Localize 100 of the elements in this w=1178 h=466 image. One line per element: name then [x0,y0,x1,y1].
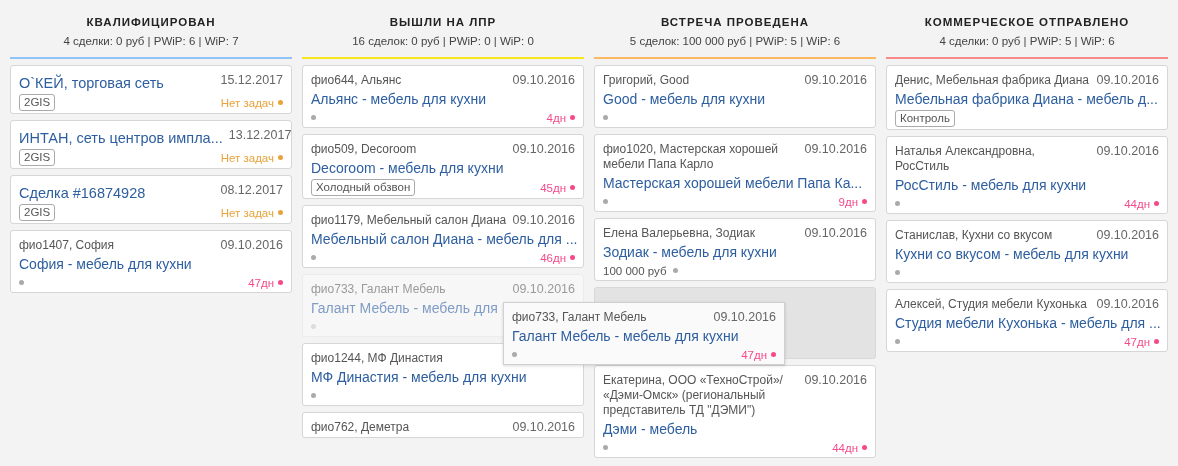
deal-title[interactable]: Good - мебель для кухни [603,90,766,109]
dot-icon [570,255,575,260]
dot-icon [895,201,900,206]
deal-title[interactable]: Дэми - мебель [603,420,698,439]
contact-name: Станислав, Кухни со вкусом [895,228,1053,243]
dot-icon [19,280,24,285]
deal-title[interactable]: Кухни со вкусом - мебель для кухни [895,245,1129,264]
deal-card[interactable]: Наталья Александровна, РосСтиль 09.10.2016 РосСтиль - мебель для кухни 44дн [886,136,1168,214]
tag-label: 2GIS [19,149,56,166]
deal-card[interactable]: фио762, Деметра 09.10.2016 [302,412,584,438]
deal-date: 09.10.2016 [512,142,575,157]
deal-card[interactable]: фио1179, Мебельный салон Диана 09.10.2016 Мебельный салон Диана - мебель для ... 46дн [302,205,584,268]
deal-date: 09.10.2016 [220,238,283,253]
deal-card[interactable]: фио1407, София 09.10.2016 София - мебель для кухни 47дн [10,230,292,293]
dot-icon [278,100,283,105]
contact-name: фио762, Деметра [311,420,410,435]
deal-card[interactable]: Екатерина, ООО «ТехноСтрой»/ «Дэми-Омск» (региональный представитель ТД "ДЭМИ") 09.10.2016 Дэми - мебель 44дн [594,365,876,458]
deal-date: 09.10.2016 [713,310,776,325]
deal-date: 09.10.2016 [1096,144,1159,159]
deal-date: 09.10.2016 [804,73,867,88]
deal-date: 09.10.2016 [512,73,575,88]
deal-card[interactable]: ИНТАН, сеть центров импла... 13.12.2017 2GIS Нет задач [10,120,292,169]
deal-card[interactable]: Станислав, Кухни со вкусом 09.10.2016 Кухни со вкусом - мебель для кухни [886,220,1168,283]
deal-title[interactable]: Мебельный салон Диана - мебель для ... [311,230,578,249]
dot-icon [895,339,900,344]
deal-card[interactable]: фио644, Альянс 09.10.2016 Альянс - мебель для кухни 4дн [302,65,584,128]
dot-icon [603,115,608,120]
deal-title[interactable]: Мастерская хорошей мебели Папа Ка... [603,174,863,193]
deal-date: 09.10.2016 [804,142,867,157]
dot-icon [311,393,316,398]
deal-card[interactable]: О`КЕЙ, торговая сеть 15.12.2017 2GIS Нет задач [10,65,292,114]
dragged-card-tooltip[interactable]: фио733, Галант Мебель 09.10.2016 Галант Мебель - мебель для кухни 47дн [503,302,785,365]
deal-card[interactable]: Алексей, Студия мебели Кухонька 09.10.2016 Студия мебели Кухонька - мебель для ... 47дн [886,289,1168,352]
deal-title[interactable]: МФ Династия - мебель для кухни [311,368,527,387]
tag-label: 2GIS [19,94,56,111]
days-counter: 44дн [832,441,858,454]
deal-date: 08.12.2017 [220,183,283,198]
deal-title[interactable]: Студия мебели Кухонька - мебель для ... [895,314,1161,333]
deal-title[interactable]: Сделка #16874928 [19,183,146,203]
days-counter: 9дн [838,195,858,208]
column-summary: 5 сделок: 100 000 руб | PWiP: 5 | WiP: 6 [628,34,842,48]
contact-name: фио733, Галант Мебель [512,310,647,325]
deal-date: 09.10.2016 [1096,228,1159,243]
deal-title[interactable]: Альянс - мебель для кухни [311,90,486,109]
dot-icon [771,352,776,357]
deal-date: 09.10.2016 [1096,73,1159,88]
deal-title[interactable]: ИНТАН, сеть центров импла... [19,128,223,148]
deal-card[interactable]: Елена Валерьевна, Зодиак 09.10.2016 Зодиак - мебель для кухни 100 000 руб [594,218,876,281]
task-status: Нет задач [220,151,274,164]
deal-date: 09.10.2016 [804,226,867,241]
tag-label: 2GIS [19,204,56,221]
deal-date: 09.10.2016 [804,373,867,388]
deal-title[interactable]: РосСтиль - мебель для кухни [895,176,1087,195]
dot-icon [862,199,867,204]
contact-name: Елена Валерьевна, Зодиак [603,226,755,241]
deal-title[interactable]: Decoroom - мебель для кухни [311,159,504,178]
deal-date: 13.12.2017 [228,128,292,143]
dot-icon [895,270,900,275]
days-counter: 47дн [741,348,767,361]
dot-icon [1154,201,1159,206]
column-title: КВАЛИФИЦИРОВАН [85,15,217,30]
contact-name: фио1179, Мебельный салон Диана [311,213,507,228]
deal-card[interactable]: Сделка #16874928 08.12.2017 2GIS Нет задач [10,175,292,224]
dot-icon [311,324,316,329]
deal-date: 15.12.2017 [220,73,283,88]
dot-icon [570,115,575,120]
contact-name: фио1244, МФ Династия [311,351,443,366]
deal-title[interactable]: Зодиак - мебель для кухни [603,243,777,262]
dot-icon [603,445,608,450]
deal-date: 09.10.2016 [1096,297,1159,312]
days-counter: 46дн [540,251,566,264]
column-title: ВЫШЛИ НА ЛПР [388,15,498,30]
dot-icon [1154,339,1159,344]
deal-card[interactable]: Денис, Мебельная фабрика Диана 09.10.2016 Мебельная фабрика Диана - мебель д... Контроль [886,65,1168,130]
contact-name: фио509, Decoroom [311,142,417,157]
dot-icon [512,352,517,357]
deal-date: 09.10.2016 [512,420,575,435]
deal-title[interactable]: О`КЕЙ, торговая сеть [19,73,164,93]
days-counter: 45дн [540,181,566,194]
deal-card[interactable]: фио1244, МФ Династия МФ Династия - мебель для кухни [302,343,584,406]
deal-date: 09.10.2016 [512,282,575,297]
contact-name: Григорий, Good [603,73,690,88]
contact-name: Денис, Мебельная фабрика Диана [895,73,1089,88]
deal-card[interactable]: фио1020, Мастерская хорошей мебели Папа Карло 09.10.2016 Мастерская хорошей мебели Папа Ка... 9дн [594,134,876,212]
contact-name: фио733, Галант Мебель [311,282,446,297]
deal-card[interactable]: Григорий, Good 09.10.2016 Good - мебель для кухни [594,65,876,128]
dot-icon [278,155,283,160]
contact-name: Екатерина, ООО «ТехноСтрой»/ «Дэми-Омск» (региональный представитель ТД "ДЭМИ") [603,373,784,418]
dot-icon [278,210,283,215]
task-status: Нет задач [220,206,274,219]
contact-name: фио644, Альянс [311,73,402,88]
dot-icon [603,199,608,204]
days-counter: 47дн [1124,335,1150,348]
deal-title[interactable]: София - мебель для кухни [19,255,192,274]
column-summary: 4 сделки: 0 руб | PWiP: 5 | WiP: 6 [938,34,1116,48]
deal-card[interactable]: фио509, Decoroom 09.10.2016 Decoroom - мебель для кухни Холодный обзвон 45дн [302,134,584,199]
dot-icon [278,280,283,285]
deal-title[interactable]: Галант Мебель - мебель для кухни [512,327,739,346]
days-counter: 44дн [1124,197,1150,210]
deal-title[interactable]: Мебельная фабрика Диана - мебель д... [895,90,1158,109]
